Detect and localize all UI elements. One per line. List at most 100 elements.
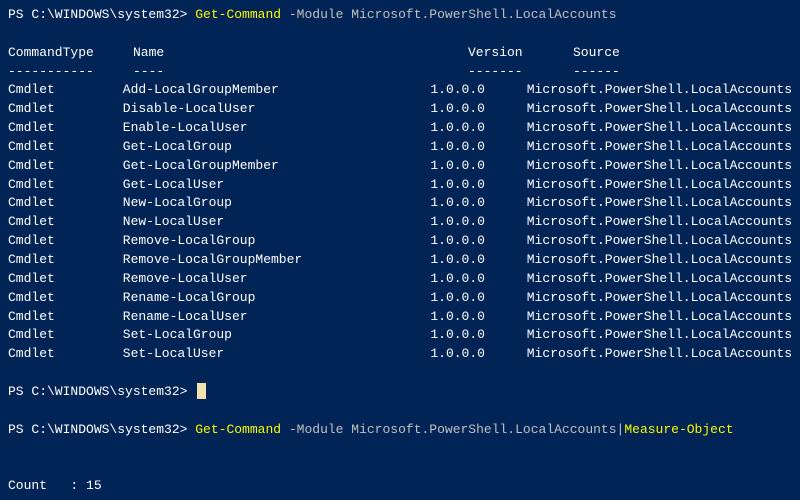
cursor-icon [197,383,206,399]
cell-name: Get-LocalUser [123,176,431,195]
cmdlet-measureobject: Measure-Object [624,422,733,437]
cell-name: Enable-LocalUser [123,119,431,138]
cell-version: 1.0.0.0 [430,289,526,308]
table-row: CmdletNew-LocalGroup1.0.0.0Microsoft.Pow… [8,194,792,213]
cell-source: Microsoft.PowerShell.LocalAccounts [527,345,792,364]
cell-source: Microsoft.PowerShell.LocalAccounts [527,308,792,327]
table-row: CmdletSet-LocalGroup1.0.0.0Microsoft.Pow… [8,326,792,345]
cell-version: 1.0.0.0 [430,138,526,157]
cell-commandtype: Cmdlet [8,194,123,213]
cell-name: New-LocalUser [123,213,431,232]
cell-source: Microsoft.PowerShell.LocalAccounts [527,194,792,213]
cell-commandtype: Cmdlet [8,138,123,157]
dash-name: ---- [133,63,468,82]
table-row: CmdletEnable-LocalUser1.0.0.0Microsoft.P… [8,119,792,138]
cell-commandtype: Cmdlet [8,270,123,289]
arg-module-value: Microsoft.PowerShell.LocalAccounts [351,422,616,437]
cell-commandtype: Cmdlet [8,157,123,176]
command-line-2[interactable]: PS C:\WINDOWS\system32> Get-Command -Mod… [8,421,792,440]
arg-module-value: Microsoft.PowerShell.LocalAccounts [351,7,616,22]
cell-version: 1.0.0.0 [430,81,526,100]
cell-name: Get-LocalGroupMember [123,157,431,176]
cell-source: Microsoft.PowerShell.LocalAccounts [527,326,792,345]
cell-source: Microsoft.PowerShell.LocalAccounts [527,289,792,308]
cell-name: Set-LocalUser [123,345,431,364]
cell-version: 1.0.0.0 [430,232,526,251]
cell-commandtype: Cmdlet [8,289,123,308]
cell-name: Remove-LocalGroup [123,232,431,251]
cell-name: Set-LocalGroup [123,326,431,345]
cell-source: Microsoft.PowerShell.LocalAccounts [527,138,792,157]
table-row: CmdletRemove-LocalGroupMember1.0.0.0Micr… [8,251,792,270]
cell-version: 1.0.0.0 [430,213,526,232]
table-row: CmdletNew-LocalUser1.0.0.0Microsoft.Powe… [8,213,792,232]
header-name: Name [133,44,468,63]
header-commandtype: CommandType [8,44,133,63]
param-module: -Module [281,422,351,437]
cell-source: Microsoft.PowerShell.LocalAccounts [527,119,792,138]
cell-commandtype: Cmdlet [8,176,123,195]
dash-source: ------ [573,63,792,82]
blank-line [8,25,792,44]
header-version: Version [468,44,573,63]
cell-version: 1.0.0.0 [430,308,526,327]
blank-line [8,364,792,383]
table-row: CmdletGet-LocalGroup1.0.0.0Microsoft.Pow… [8,138,792,157]
cell-version: 1.0.0.0 [430,157,526,176]
cell-version: 1.0.0.0 [430,270,526,289]
cell-source: Microsoft.PowerShell.LocalAccounts [527,213,792,232]
cell-version: 1.0.0.0 [430,345,526,364]
cell-commandtype: Cmdlet [8,100,123,119]
cell-name: Remove-LocalGroupMember [123,251,431,270]
count-value: 15 [86,478,102,493]
command-line-1[interactable]: PS C:\WINDOWS\system32> Get-Command -Mod… [8,6,792,25]
prompt-path: PS C:\WINDOWS\system32> [8,384,195,399]
table-row: CmdletRemove-LocalUser1.0.0.0Microsoft.P… [8,270,792,289]
cell-version: 1.0.0.0 [430,251,526,270]
cell-source: Microsoft.PowerShell.LocalAccounts [527,176,792,195]
table-row: CmdletSet-LocalUser1.0.0.0Microsoft.Powe… [8,345,792,364]
table-row: CmdletRename-LocalUser1.0.0.0Microsoft.P… [8,308,792,327]
count-output: Count : 15 [8,477,792,496]
cell-name: New-LocalGroup [123,194,431,213]
cell-commandtype: Cmdlet [8,213,123,232]
table-row: CmdletDisable-LocalUser1.0.0.0Microsoft.… [8,100,792,119]
dash-type: ----------- [8,63,133,82]
table-row: CmdletGet-LocalGroupMember1.0.0.0Microso… [8,157,792,176]
cell-source: Microsoft.PowerShell.LocalAccounts [527,100,792,119]
cell-source: Microsoft.PowerShell.LocalAccounts [527,270,792,289]
cursor-line[interactable]: PS C:\WINDOWS\system32> [8,383,792,402]
cell-commandtype: Cmdlet [8,345,123,364]
cell-source: Microsoft.PowerShell.LocalAccounts [527,232,792,251]
cell-commandtype: Cmdlet [8,119,123,138]
blank-line [8,439,792,458]
param-module: -Module [281,7,351,22]
cell-name: Rename-LocalGroup [123,289,431,308]
blank-line [8,458,792,477]
cell-source: Microsoft.PowerShell.LocalAccounts [527,251,792,270]
cell-commandtype: Cmdlet [8,308,123,327]
table-row: CmdletRename-LocalGroup1.0.0.0Microsoft.… [8,289,792,308]
cell-commandtype: Cmdlet [8,326,123,345]
cell-version: 1.0.0.0 [430,119,526,138]
cell-source: Microsoft.PowerShell.LocalAccounts [527,81,792,100]
table-header: CommandType Name Version Source [8,44,792,63]
cell-version: 1.0.0.0 [430,326,526,345]
cmdlet-getcommand: Get-Command [195,7,281,22]
cell-version: 1.0.0.0 [430,176,526,195]
cell-name: Get-LocalGroup [123,138,431,157]
prompt-path: PS C:\WINDOWS\system32> [8,422,195,437]
table-row: CmdletAdd-LocalGroupMember1.0.0.0Microso… [8,81,792,100]
prompt-path: PS C:\WINDOWS\system32> [8,7,195,22]
cell-commandtype: Cmdlet [8,251,123,270]
header-source: Source [573,44,792,63]
cell-name: Rename-LocalUser [123,308,431,327]
cell-commandtype: Cmdlet [8,81,123,100]
cmdlet-getcommand: Get-Command [195,422,281,437]
cell-name: Disable-LocalUser [123,100,431,119]
cell-commandtype: Cmdlet [8,232,123,251]
table-divider: ----------- ---- ------- ------ [8,63,792,82]
table-row: CmdletRemove-LocalGroup1.0.0.0Microsoft.… [8,232,792,251]
count-label: Count : [8,478,86,493]
cell-version: 1.0.0.0 [430,194,526,213]
